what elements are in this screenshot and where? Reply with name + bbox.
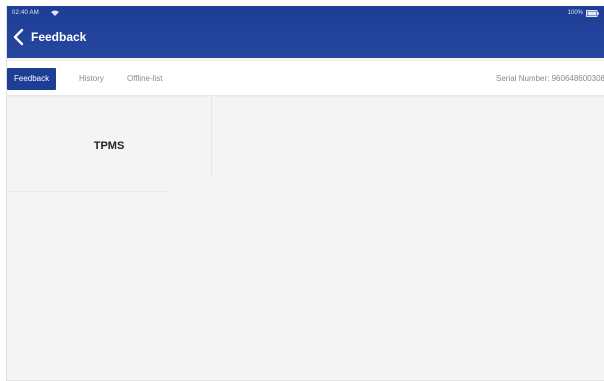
status-bar: 02:40 AM 100% — [7, 6, 604, 22]
tab-history[interactable]: History — [79, 68, 104, 90]
status-time: 02:40 AM — [12, 10, 39, 16]
page-title: Feedback — [31, 30, 87, 44]
serial-number: Serial Number: 960648600308 — [496, 68, 604, 90]
app-header: 02:40 AM 100% Feedback — [7, 6, 604, 58]
tab-bar: Feedback History Offline-list Serial Num… — [7, 61, 604, 95]
back-button[interactable] — [11, 26, 27, 48]
module-list: TPMS — [7, 97, 212, 192]
serial-number-label: Serial Number: — [496, 74, 550, 83]
content-area — [212, 97, 604, 381]
chevron-left-icon — [13, 28, 24, 46]
tablet-screen: 02:40 AM 100% Feedback Feedback History … — [6, 6, 604, 381]
battery-icon — [586, 10, 599, 17]
tab-feedback[interactable]: Feedback — [7, 68, 57, 90]
wifi-icon — [51, 10, 59, 16]
tab-offline-list[interactable]: Offline-list — [127, 68, 162, 90]
serial-number-value: 960648600308 — [551, 74, 604, 83]
battery-percentage: 100% — [567, 10, 583, 16]
module-label-tpms: TPMS — [93, 140, 125, 152]
